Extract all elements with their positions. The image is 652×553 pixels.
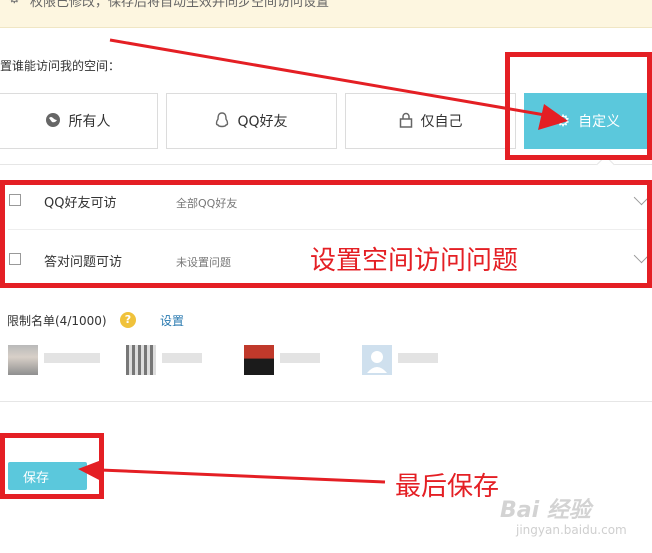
option-all-label: 所有人 [68, 114, 111, 130]
panel-divider [0, 164, 652, 165]
footer-divider [0, 401, 652, 402]
answer-question-row: 答对问题可访 未设置问题 [0, 0, 652, 270]
annotation-text-question: 设置空间访问问题 [310, 246, 519, 276]
watermark-domain: jingyan.baidu.com [516, 523, 627, 537]
option-friends-label: QQ好友 [237, 114, 288, 130]
default-avatar-icon [367, 351, 387, 373]
qq-penguin-icon [215, 111, 229, 131]
lock-icon [399, 112, 413, 131]
avatar[interactable] [8, 345, 38, 375]
avatar-name-placeholder [280, 353, 320, 363]
annotation-box-custom [505, 52, 652, 160]
help-icon[interactable]: ? [120, 312, 136, 328]
annotation-text-save: 最后保存 [395, 472, 500, 502]
avatar[interactable] [126, 345, 156, 375]
access-section-label: 置谁能访问我的空间： [0, 59, 121, 73]
restrict-list-label: 限制名单(4/1000) [7, 314, 107, 328]
avatar-name-placeholder [398, 353, 438, 363]
baidu-jingyan-watermark: Bai 经验 [500, 498, 591, 523]
annotation-box-save [0, 433, 104, 499]
option-friends-button[interactable]: QQ好友 [166, 93, 337, 149]
avatar-name-placeholder [162, 353, 202, 363]
arrow-to-save-icon [78, 459, 386, 484]
option-self-button[interactable]: 仅自己 [345, 93, 516, 149]
option-self-label: 仅自己 [420, 114, 463, 130]
avatar-name-placeholder [44, 353, 100, 363]
avatar[interactable] [244, 345, 274, 375]
option-all-button[interactable]: 所有人 [0, 93, 158, 149]
restrict-set-link[interactable]: 设置 [160, 312, 184, 329]
globe-icon [45, 112, 61, 131]
avatar[interactable] [362, 345, 392, 375]
